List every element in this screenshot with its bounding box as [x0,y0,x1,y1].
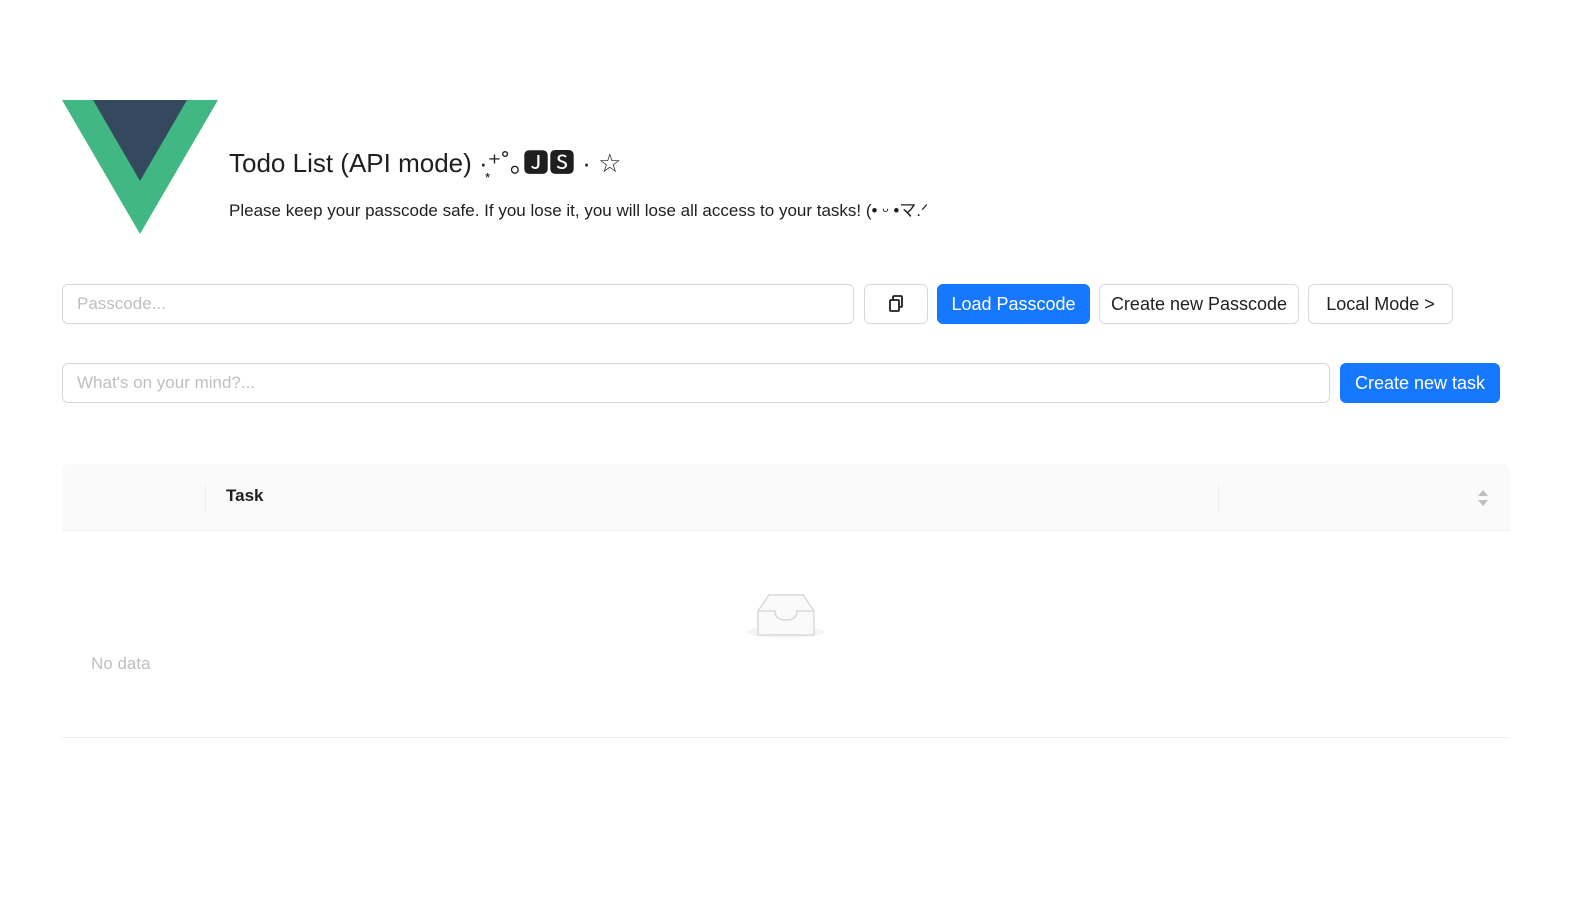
page-title: Todo List (API mode) ·͙⁺˚｡🅹🆂 · ☆ [229,148,622,178]
sort-icon[interactable] [1477,488,1489,508]
load-passcode-button[interactable]: Load Passcode [937,284,1090,324]
vue-logo-icon [62,100,218,234]
column-header-task: Task [226,486,264,505]
table-header: Task [62,464,1510,531]
copy-button[interactable] [864,284,928,324]
task-row: Create new task [62,363,1502,403]
column-separator [1218,484,1219,512]
task-input[interactable] [62,363,1330,403]
task-table: Task No data [62,464,1510,739]
column-separator [205,484,206,512]
passcode-row: Load Passcode Create new Passcode Local … [62,284,1462,324]
page-subtitle: Please keep your passcode safe. If you l… [229,201,929,220]
app-header: Todo List (API mode) ·͙⁺˚｡🅹🆂 · ☆ Please … [62,100,962,234]
table-empty-state: No data [62,531,1510,738]
copy-icon [889,295,903,312]
inbox-icon [747,594,825,638]
passcode-input[interactable] [62,284,854,324]
local-mode-button[interactable]: Local Mode > [1308,284,1453,324]
create-passcode-button[interactable]: Create new Passcode [1099,284,1299,324]
empty-text: No data [91,654,151,673]
create-task-button[interactable]: Create new task [1340,363,1500,403]
